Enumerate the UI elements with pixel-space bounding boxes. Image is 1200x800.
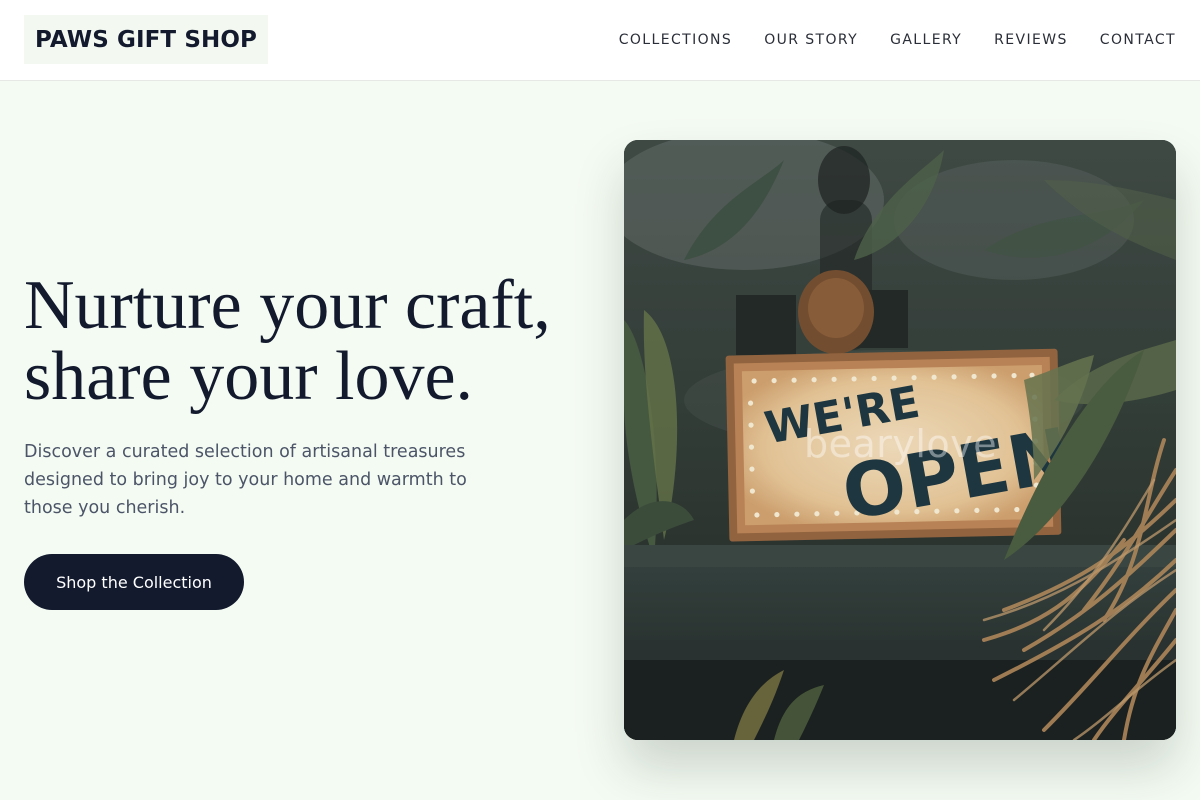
hero-headline-line-1: Nurture your craft, bbox=[24, 267, 551, 344]
site-header: PAWS GIFT SHOP COLLECTIONS OUR STORY GAL… bbox=[0, 0, 1200, 81]
nav-item-contact[interactable]: CONTACT bbox=[1100, 32, 1176, 48]
main-nav: COLLECTIONS OUR STORY GALLERY REVIEWS CO… bbox=[619, 0, 1176, 80]
hero-headline: Nurture your craft, share your love. bbox=[24, 270, 604, 412]
hero-image: WE'RE OPEN bearylove bbox=[624, 140, 1176, 740]
nav-item-our-story[interactable]: OUR STORY bbox=[764, 32, 858, 48]
nav-item-collections[interactable]: COLLECTIONS bbox=[619, 32, 732, 48]
nav-item-reviews[interactable]: REVIEWS bbox=[994, 32, 1068, 48]
shop-window-photo: WE'RE OPEN bbox=[624, 140, 1176, 740]
hero-headline-line-2: share your love. bbox=[24, 338, 474, 415]
logo[interactable]: PAWS GIFT SHOP bbox=[24, 15, 268, 64]
hero-subtext: Discover a curated selection of artisana… bbox=[24, 442, 467, 518]
nav-item-gallery[interactable]: GALLERY bbox=[890, 32, 962, 48]
shop-collection-button[interactable]: Shop the Collection bbox=[24, 554, 244, 610]
